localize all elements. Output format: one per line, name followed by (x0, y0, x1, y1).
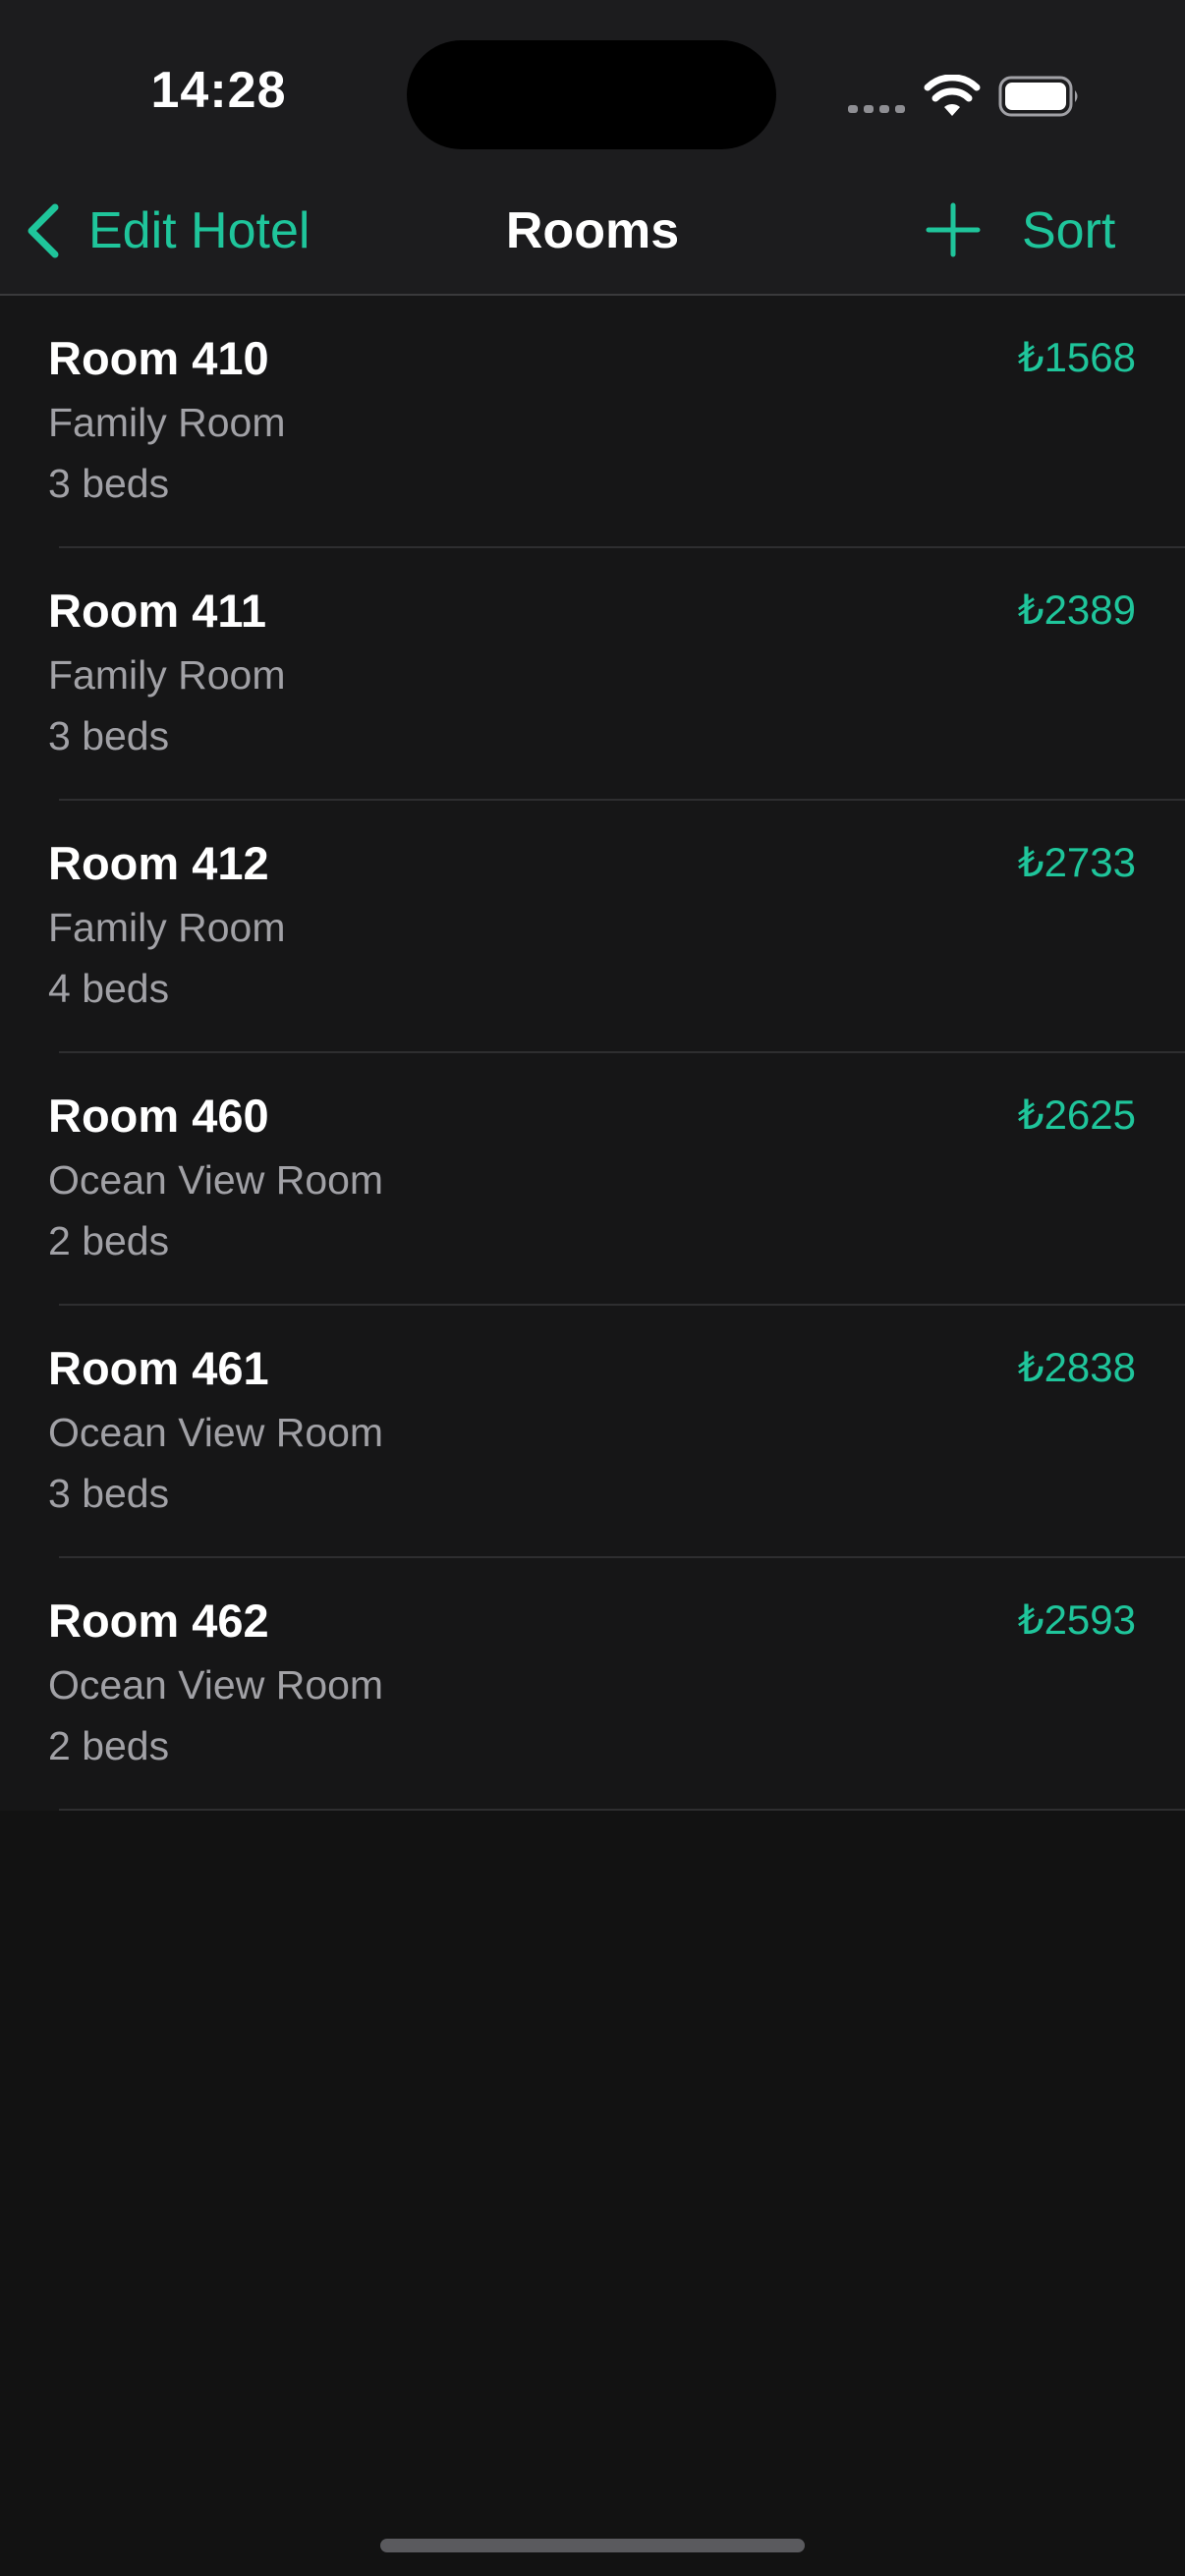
status-time: 14:28 (150, 62, 287, 119)
room-price: ₺2593 (1017, 1596, 1136, 1643)
room-beds: 2 beds (48, 1218, 170, 1263)
room-beds: 3 beds (48, 461, 170, 506)
divider (59, 1809, 1185, 1811)
dynamic-island (407, 40, 776, 149)
room-name: Room 461 (48, 1342, 269, 1394)
home-indicator[interactable] (380, 2539, 805, 2552)
room-name: Room 460 (48, 1090, 269, 1142)
list-item[interactable]: Room 412 Family Room 4 beds ₺2733 (0, 801, 1185, 1053)
list-item[interactable]: Room 411 Family Room 3 beds ₺2389 (0, 548, 1185, 801)
list-item[interactable]: Room 462 Ocean View Room 2 beds ₺2593 (0, 1558, 1185, 1811)
room-name: Room 412 (48, 837, 269, 889)
room-price: ₺2838 (1017, 1344, 1136, 1390)
back-button-label: Edit Hotel (88, 202, 310, 259)
list-item[interactable]: Room 461 Ocean View Room 3 beds ₺2838 (0, 1306, 1185, 1558)
room-price: ₺2625 (1017, 1092, 1136, 1138)
room-type: Ocean View Room (48, 1410, 384, 1455)
plus-icon[interactable] (925, 201, 982, 258)
room-name: Room 411 (48, 585, 267, 637)
room-type: Ocean View Room (48, 1662, 384, 1708)
room-beds: 2 beds (48, 1723, 170, 1768)
room-beds: 4 beds (48, 966, 170, 1011)
room-type: Family Room (48, 905, 286, 950)
chevron-left-icon (28, 203, 59, 258)
room-price: ₺2733 (1017, 839, 1136, 885)
list-item[interactable]: Room 410 Family Room 3 beds ₺1568 (0, 296, 1185, 548)
rooms-list: Room 410 Family Room 3 beds ₺1568 Room 4… (0, 296, 1185, 1811)
navigation-bar: 14:28 Edit Hotel Rooms Sort (0, 0, 1185, 296)
wifi-icon (924, 75, 981, 116)
page-title: Rooms (505, 202, 680, 259)
room-price: ₺2389 (1017, 587, 1136, 633)
room-type: Ocean View Room (48, 1157, 384, 1203)
battery-icon (998, 76, 1078, 117)
room-type: Family Room (48, 652, 286, 698)
sort-button[interactable]: Sort (1022, 196, 1115, 265)
back-button[interactable]: Edit Hotel (22, 196, 310, 265)
room-name: Room 462 (48, 1595, 269, 1647)
signal-icon (848, 105, 905, 113)
room-beds: 3 beds (48, 1471, 170, 1516)
room-type: Family Room (48, 400, 286, 445)
room-name: Room 410 (48, 332, 269, 384)
room-beds: 3 beds (48, 713, 170, 758)
list-item[interactable]: Room 460 Ocean View Room 2 beds ₺2625 (0, 1053, 1185, 1306)
room-price: ₺1568 (1017, 334, 1136, 380)
